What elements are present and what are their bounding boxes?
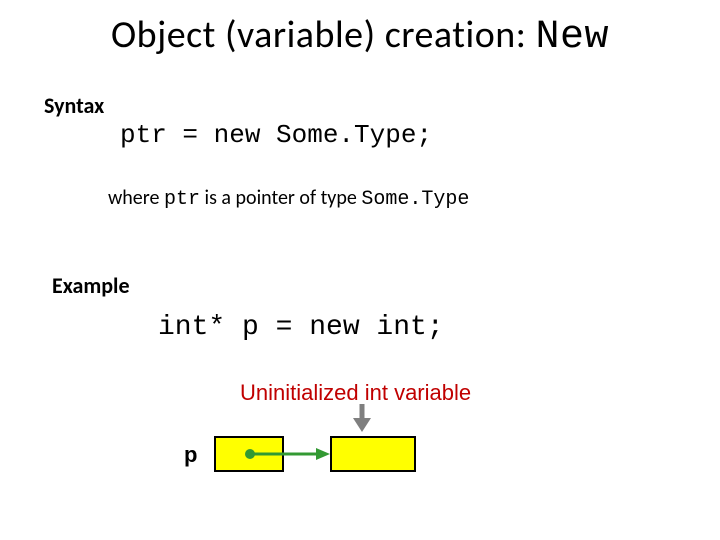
pointer-arrow-icon — [244, 446, 344, 466]
where-type: Some.Type — [361, 188, 469, 211]
down-arrow-icon — [350, 404, 380, 436]
syntax-label: Syntax — [44, 92, 104, 119]
p-label: p — [184, 442, 197, 468]
syntax-where: where ptr is a pointer of type Some.Type — [108, 186, 469, 211]
slide-title: Object (variable) creation: New — [0, 12, 720, 60]
title-keyword: New — [536, 15, 610, 60]
where-ptr: ptr — [164, 188, 200, 211]
slide: Object (variable) creation: New Syntax p… — [0, 0, 720, 540]
syntax-code: ptr = new Some.Type; — [120, 120, 432, 150]
example-label: Example — [52, 272, 130, 299]
example-code: int* p = new int; — [158, 312, 444, 343]
where-mid: is a pointer of type — [200, 186, 361, 210]
uninitialized-label: Uninitialized int variable — [240, 380, 471, 406]
title-prefix: Object (variable) creation: — [111, 12, 536, 58]
where-prefix: where — [108, 186, 164, 210]
